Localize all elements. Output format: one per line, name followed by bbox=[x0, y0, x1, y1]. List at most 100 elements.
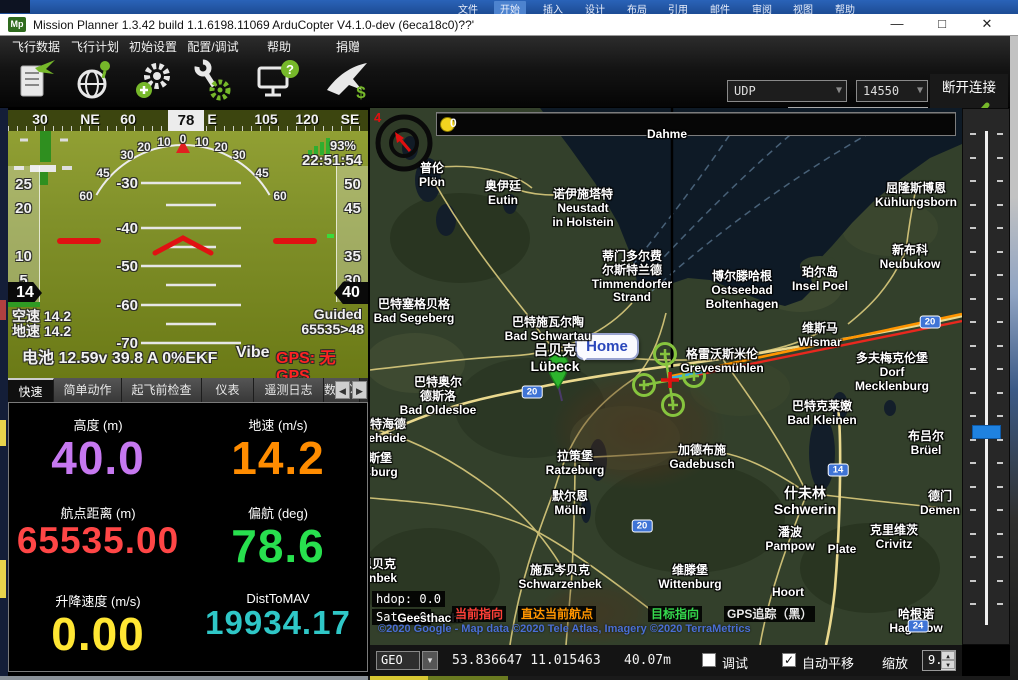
slider-track bbox=[985, 131, 988, 625]
slider-tick bbox=[997, 227, 1003, 229]
map-place-label: Hoort bbox=[772, 586, 804, 600]
quick-cell-value: 78.6 bbox=[189, 522, 367, 570]
menu-donate[interactable]: 捐赠 $ bbox=[320, 38, 376, 107]
debug-checkbox[interactable] bbox=[702, 653, 716, 667]
menu-initial-setup[interactable]: 初始设置 bbox=[124, 38, 182, 107]
menu-flight-data-label: 飞行数据 bbox=[6, 38, 66, 55]
battery-status: 电池 12.59v 39.8 A 0%EKF bbox=[22, 344, 217, 368]
slider-tick bbox=[997, 298, 1003, 300]
map-place-label: 屈隆斯博恩 Kühlungsborn bbox=[875, 182, 957, 210]
map-place-label: 奥伊廷 Eutin bbox=[485, 180, 521, 208]
compass-label: 120 bbox=[295, 111, 318, 127]
roll-label: 20 bbox=[134, 140, 154, 154]
chevron-down-icon: ▼ bbox=[917, 81, 923, 101]
connection-type-dropdown[interactable]: UDP ▼ bbox=[727, 80, 847, 102]
map-place-label: 巴特克莱嫩 Bad Kleinen bbox=[787, 400, 856, 428]
tab-item[interactable]: 简单动作 bbox=[54, 378, 122, 402]
app-icon: Mp bbox=[8, 17, 26, 32]
slider-tick bbox=[997, 251, 1003, 253]
map-place-label: Dahme bbox=[647, 128, 687, 142]
tab-scroll-left[interactable]: ◀ bbox=[335, 381, 350, 399]
map-place-label: 珀尔岛 Insel Poel bbox=[792, 266, 848, 294]
zoom-spinner[interactable]: 9.0 ▲▼ bbox=[922, 650, 956, 671]
quick-cell: 高度 (m)40.0 bbox=[9, 409, 187, 495]
slider-tick bbox=[970, 486, 976, 488]
map-place-label: 克里维茨 Crivitz bbox=[870, 524, 918, 552]
altitude-tape-value: 35 bbox=[337, 248, 368, 265]
slider-tick bbox=[997, 533, 1003, 535]
flight-plan-icon bbox=[74, 58, 116, 102]
roll-label: 60 bbox=[76, 189, 96, 203]
slider-tick bbox=[997, 415, 1003, 417]
autopan-checkbox[interactable]: ✓ bbox=[782, 653, 796, 667]
compass-label: 60 bbox=[120, 111, 136, 127]
road-badge: 24 bbox=[908, 620, 929, 633]
menu-flight-data[interactable]: 飞行数据 bbox=[6, 38, 66, 107]
flight-data-icon bbox=[15, 58, 57, 102]
map-place-label: 巴特奥尔 德斯洛 Bad Oldesloe bbox=[400, 376, 477, 417]
slider-tick bbox=[997, 321, 1003, 323]
flight-progress-bar: 0 bbox=[436, 112, 956, 136]
slider-tick bbox=[970, 392, 976, 394]
slider-tick bbox=[997, 580, 1003, 582]
slider-tick bbox=[997, 439, 1003, 441]
debug-label: 调试 bbox=[722, 653, 748, 672]
menu-flight-plan-label: 飞行计划 bbox=[66, 38, 124, 55]
pitch-label: -40 bbox=[104, 220, 138, 237]
altitude-tape-value: 50 bbox=[337, 176, 368, 193]
map-place-label: 维斯马 Wismar bbox=[798, 322, 841, 350]
map-place-label: 德门 Demen bbox=[920, 490, 960, 518]
menu-flight-plan[interactable]: 飞行计划 bbox=[66, 38, 124, 107]
slider-tick bbox=[970, 603, 976, 605]
maximize-button[interactable]: □ bbox=[925, 14, 959, 35]
map-panel[interactable]: 4 0 Home hdop: 0.0 Sats: 0 ©2020 Google … bbox=[370, 108, 962, 645]
menu-config-tuning[interactable]: 配置/调试 bbox=[182, 38, 244, 107]
slider-handle[interactable] bbox=[972, 425, 1001, 439]
slider-tick bbox=[970, 133, 976, 135]
tab-quick[interactable]: 快速 bbox=[8, 378, 54, 402]
slider-tick bbox=[970, 204, 976, 206]
tab-item[interactable]: 遥测日志 bbox=[254, 378, 324, 402]
spinner-arrows[interactable]: ▲▼ bbox=[941, 651, 955, 670]
roll-label: 30 bbox=[229, 148, 249, 162]
autopan-label: 自动平移 bbox=[802, 653, 854, 672]
legend-item: 当前指向 bbox=[452, 606, 506, 622]
road-badge: 14 bbox=[828, 464, 849, 477]
slider-tick bbox=[997, 204, 1003, 206]
slider-tick bbox=[970, 580, 976, 582]
hud[interactable]: 604530201001020304560 -30-40-50-60-70 30… bbox=[8, 110, 368, 378]
tab-item[interactable]: 仪表 bbox=[202, 378, 254, 402]
slider-tick bbox=[997, 509, 1003, 511]
compass-label: 30 bbox=[32, 111, 48, 127]
menu-help[interactable]: 帮助 ? bbox=[252, 38, 306, 107]
slider-tick bbox=[970, 345, 976, 347]
baud-rate-dropdown[interactable]: 14550 ▼ bbox=[856, 80, 928, 102]
quick-cell: 地速 (m/s)14.2 bbox=[189, 409, 367, 495]
pitch-label: -30 bbox=[104, 175, 138, 192]
waypoint-status: 65535>48 bbox=[301, 321, 364, 337]
mission-planner-window: 文件开始插入设计布局引用邮件审阅视图帮助 Mp Mission Planner … bbox=[0, 0, 1018, 680]
window-title: Mission Planner 1.3.42 build 1.1.6198.11… bbox=[33, 18, 474, 32]
close-button[interactable]: ✕ bbox=[970, 14, 1004, 35]
radar-count: 4 bbox=[374, 110, 381, 125]
compass-label: NE bbox=[80, 111, 99, 127]
map-zoom-slider[interactable] bbox=[962, 108, 1010, 645]
tab-scroll-right[interactable]: ▶ bbox=[352, 381, 367, 399]
quick-cell: 航点距离 (m)65535.00 bbox=[9, 497, 187, 583]
minimize-button[interactable]: — bbox=[880, 14, 914, 35]
map-place-label: 尔格特海德 argteheide bbox=[370, 418, 406, 446]
legend-item: 直达当前航点 bbox=[518, 606, 596, 622]
slider-tick bbox=[997, 462, 1003, 464]
map-type-dropdown[interactable]: GEO bbox=[376, 651, 420, 670]
compass-label: 105 bbox=[254, 111, 277, 127]
slider-tick bbox=[970, 180, 976, 182]
quick-cell-value: 0.00 bbox=[9, 610, 187, 658]
flight-mode: Guided bbox=[314, 306, 362, 322]
chevron-down-icon[interactable]: ▼ bbox=[422, 651, 438, 670]
hud-clock: 22:51:54 bbox=[302, 152, 362, 169]
hdop-readout: hdop: 0.0 bbox=[372, 591, 445, 607]
map-place-label: 吕贝克 Lübeck bbox=[530, 342, 579, 374]
tab-item[interactable]: 起飞前检查 bbox=[122, 378, 202, 402]
slider-tick bbox=[970, 157, 976, 159]
background-window-right-edge bbox=[1010, 36, 1018, 680]
